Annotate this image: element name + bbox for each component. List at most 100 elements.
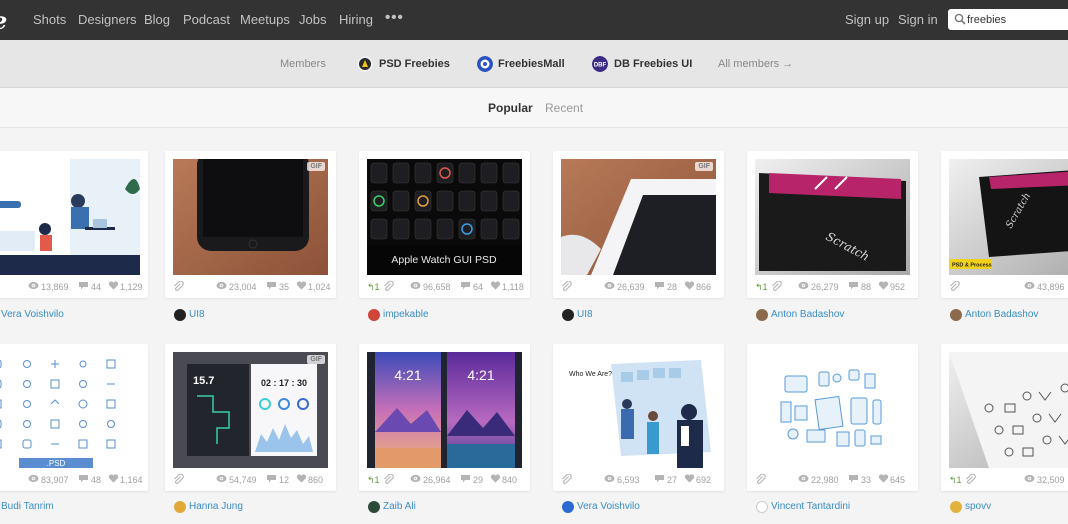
all-members-link[interactable]: All members → [718, 58, 793, 70]
psd-freebies-logo-icon [357, 56, 373, 72]
nav-designers[interactable]: Designers [78, 12, 137, 27]
search-box[interactable] [948, 9, 1068, 30]
author-name[interactable]: Anton Badashov [965, 309, 1038, 320]
rebound-icon[interactable]: ↰1 [367, 475, 380, 486]
shot-thumbnail[interactable]: Scratch PSD & Process [949, 159, 1068, 275]
shot-thumbnail[interactable]: Who We Are? [561, 352, 716, 468]
shot-thumbnail[interactable] [0, 159, 140, 275]
shot-thumbnail[interactable]: 4:21 4:21 [367, 352, 522, 468]
likes-count[interactable]: 1,118 [502, 282, 524, 292]
author-avatar[interactable] [950, 309, 962, 321]
nav-podcast[interactable]: Podcast [183, 12, 230, 27]
shot-card[interactable]: 15.7 02 : 17 : 30 GIF 54,749 12 860 [165, 344, 336, 491]
author-name[interactable]: spovv [965, 501, 991, 512]
shot-card[interactable]: .PSD 83,907 48 1,164 [0, 344, 148, 491]
author-name[interactable]: Hanna Jung [189, 501, 243, 512]
comments-count[interactable]: 27 [667, 475, 677, 485]
comments-count[interactable]: 12 [279, 475, 289, 485]
member-db-freebies-ui[interactable]: DB Freebies UI [614, 58, 692, 70]
shot-thumbnail[interactable]: .PSD [0, 352, 140, 468]
comments-count[interactable]: 29 [473, 475, 483, 485]
comments-count[interactable]: 44 [91, 282, 101, 292]
shot-thumbnail[interactable]: 15.7 02 : 17 : 30 GIF [173, 352, 328, 468]
dashboard-timer: 02 : 17 : 30 [261, 378, 307, 388]
author-avatar[interactable] [756, 501, 768, 513]
comments-count[interactable]: 28 [667, 282, 677, 292]
shot-card[interactable]: Apple Watch GUI PSD ↰1 96,658 64 1,118 [359, 151, 530, 298]
thumb-caption: Apple Watch GUI PSD [391, 254, 497, 266]
shot-thumbnail[interactable]: GIF [561, 159, 716, 275]
likes-count[interactable]: 1,024 [308, 282, 331, 292]
shot-thumbnail[interactable]: GIF [173, 159, 328, 275]
likes-count[interactable]: 692 [696, 475, 711, 485]
author-name[interactable]: Vera Voishvilo [577, 501, 640, 512]
dribbble-logo[interactable]: e [0, 6, 7, 35]
shot-card[interactable]: Scratch ↰1 26,279 88 952 [747, 151, 918, 298]
tab-recent[interactable]: Recent [545, 101, 583, 115]
likes-count[interactable]: 860 [308, 475, 323, 485]
nav-shots[interactable]: Shots [33, 12, 66, 27]
author-avatar[interactable] [562, 501, 574, 513]
author-name[interactable]: Zaib Ali [383, 501, 416, 512]
rebound-icon[interactable]: ↰1 [367, 282, 380, 293]
comments-count[interactable]: 64 [473, 282, 483, 292]
likes-count[interactable]: 952 [890, 282, 905, 292]
gif-badge: GIF [307, 355, 325, 364]
likes-count[interactable]: 866 [696, 282, 711, 292]
author-avatar[interactable] [756, 309, 768, 321]
shot-card[interactable]: 22,980 33 645 [747, 344, 918, 491]
author-name[interactable]: Vera Voishvilo [1, 309, 64, 320]
author-avatar[interactable] [368, 501, 380, 513]
shot-thumbnail[interactable]: Scratch [755, 159, 910, 275]
thumb-caption: .PSD [47, 459, 66, 468]
author-name[interactable]: UI8 [577, 309, 593, 320]
search-input[interactable] [967, 11, 1067, 28]
shot-card[interactable]: GIF 23,004 35 1,024 [165, 151, 336, 298]
nav-blog[interactable]: Blog [144, 12, 170, 27]
rebound-icon[interactable]: ↰1 [755, 282, 768, 293]
shot-card[interactable]: 4:21 4:21 ↰1 26,964 29 840 [359, 344, 530, 491]
shot-card[interactable]: GIF 26,639 28 866 [553, 151, 724, 298]
nav-meetups[interactable]: Meetups [240, 12, 290, 27]
shot-thumbnail[interactable] [949, 352, 1068, 468]
shot-thumbnail[interactable] [755, 352, 910, 468]
author-avatar[interactable] [368, 309, 380, 321]
signin-link[interactable]: Sign in [898, 12, 938, 27]
author-name[interactable]: UI8 [189, 309, 205, 320]
views-count: 96,658 [423, 282, 451, 292]
shot-card[interactable]: Scratch PSD & Process 43,89672 [941, 151, 1068, 298]
signup-link[interactable]: Sign up [845, 12, 889, 27]
comments-count[interactable]: 33 [861, 475, 871, 485]
likes-count[interactable]: 840 [502, 475, 517, 485]
shot-card[interactable]: ↰132,50928 [941, 344, 1068, 491]
member-psd-freebies[interactable]: PSD Freebies [379, 58, 450, 70]
author-avatar[interactable] [174, 501, 186, 513]
likes-count[interactable]: 1,164 [120, 475, 143, 485]
member-freebiesmall[interactable]: FreebiesMall [498, 58, 565, 70]
author-name[interactable]: impekable [383, 309, 429, 320]
views-count: 13,869 [41, 282, 69, 292]
comments-count[interactable]: 48 [91, 475, 101, 485]
author-name[interactable]: Budi Tanrim [1, 501, 54, 512]
likes-count[interactable]: 645 [890, 475, 905, 485]
attachment-icon [384, 281, 394, 291]
author-avatar[interactable] [950, 501, 962, 513]
likes-count[interactable]: 1,129 [120, 282, 143, 292]
views-icon [1024, 281, 1035, 290]
author-name[interactable]: Vincent Tantardini [771, 501, 850, 512]
shot-card[interactable]: 13,869 44 1,129 [0, 151, 148, 298]
views-count: 22,980 [811, 475, 839, 485]
author-avatar[interactable] [562, 309, 574, 321]
author-name[interactable]: Anton Badashov [771, 309, 844, 320]
rebound-icon[interactable]: ↰1 [949, 475, 962, 486]
tab-popular[interactable]: Popular [488, 101, 533, 115]
comments-count[interactable]: 35 [279, 282, 289, 292]
nav-jobs[interactable]: Jobs [299, 12, 326, 27]
comments-count[interactable]: 88 [861, 282, 871, 292]
nav-hiring[interactable]: Hiring [339, 12, 373, 27]
shot-thumbnail[interactable]: Apple Watch GUI PSD [367, 159, 522, 275]
members-label[interactable]: Members [280, 58, 326, 70]
author-avatar[interactable] [174, 309, 186, 321]
shot-card[interactable]: Who We Are? 6,593 27 692 [553, 344, 724, 491]
more-menu-button[interactable]: ••• [385, 9, 404, 26]
